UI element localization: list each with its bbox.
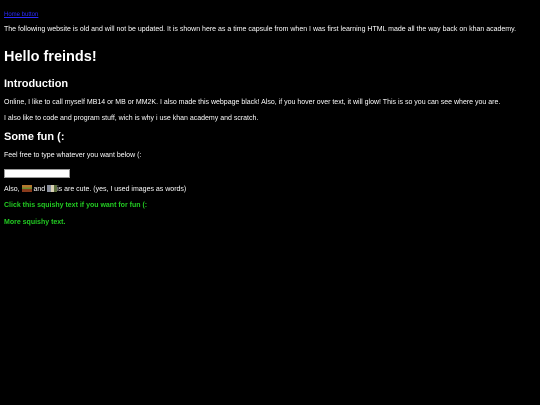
home-button-link[interactable]: Home button — [4, 11, 38, 19]
page: Home button The following website is old… — [0, 0, 540, 405]
type-prompt-text: Feel free to type whatever you want belo… — [4, 152, 142, 159]
free-text-input[interactable] — [4, 169, 70, 178]
notice-text: The following website is old and will no… — [4, 26, 517, 33]
intro-paragraph-1: Online, I like to call myself MB14 or MB… — [4, 99, 501, 106]
page-title: Hello freinds! — [4, 49, 97, 65]
cute-suffix-text: is are cute. (yes, I used images as word… — [57, 186, 187, 193]
hamburger-image-icon — [21, 185, 32, 192]
some-fun-heading: Some fun (: — [4, 131, 65, 143]
cute-prefix-text: Also, — [4, 186, 22, 193]
cat-image-icon — [47, 185, 58, 192]
squishy-text-2[interactable]: More squishy text. — [4, 218, 536, 228]
cute-images-sentence: Also, and is are cute. (yes, I used imag… — [4, 185, 536, 195]
introduction-heading: Introduction — [4, 78, 69, 90]
squishy-text-1[interactable]: Click this squishy text if you want for … — [4, 201, 536, 211]
cute-and-text: and — [31, 186, 48, 193]
intro-paragraph-2: I also like to code and program stuff, w… — [4, 115, 259, 122]
